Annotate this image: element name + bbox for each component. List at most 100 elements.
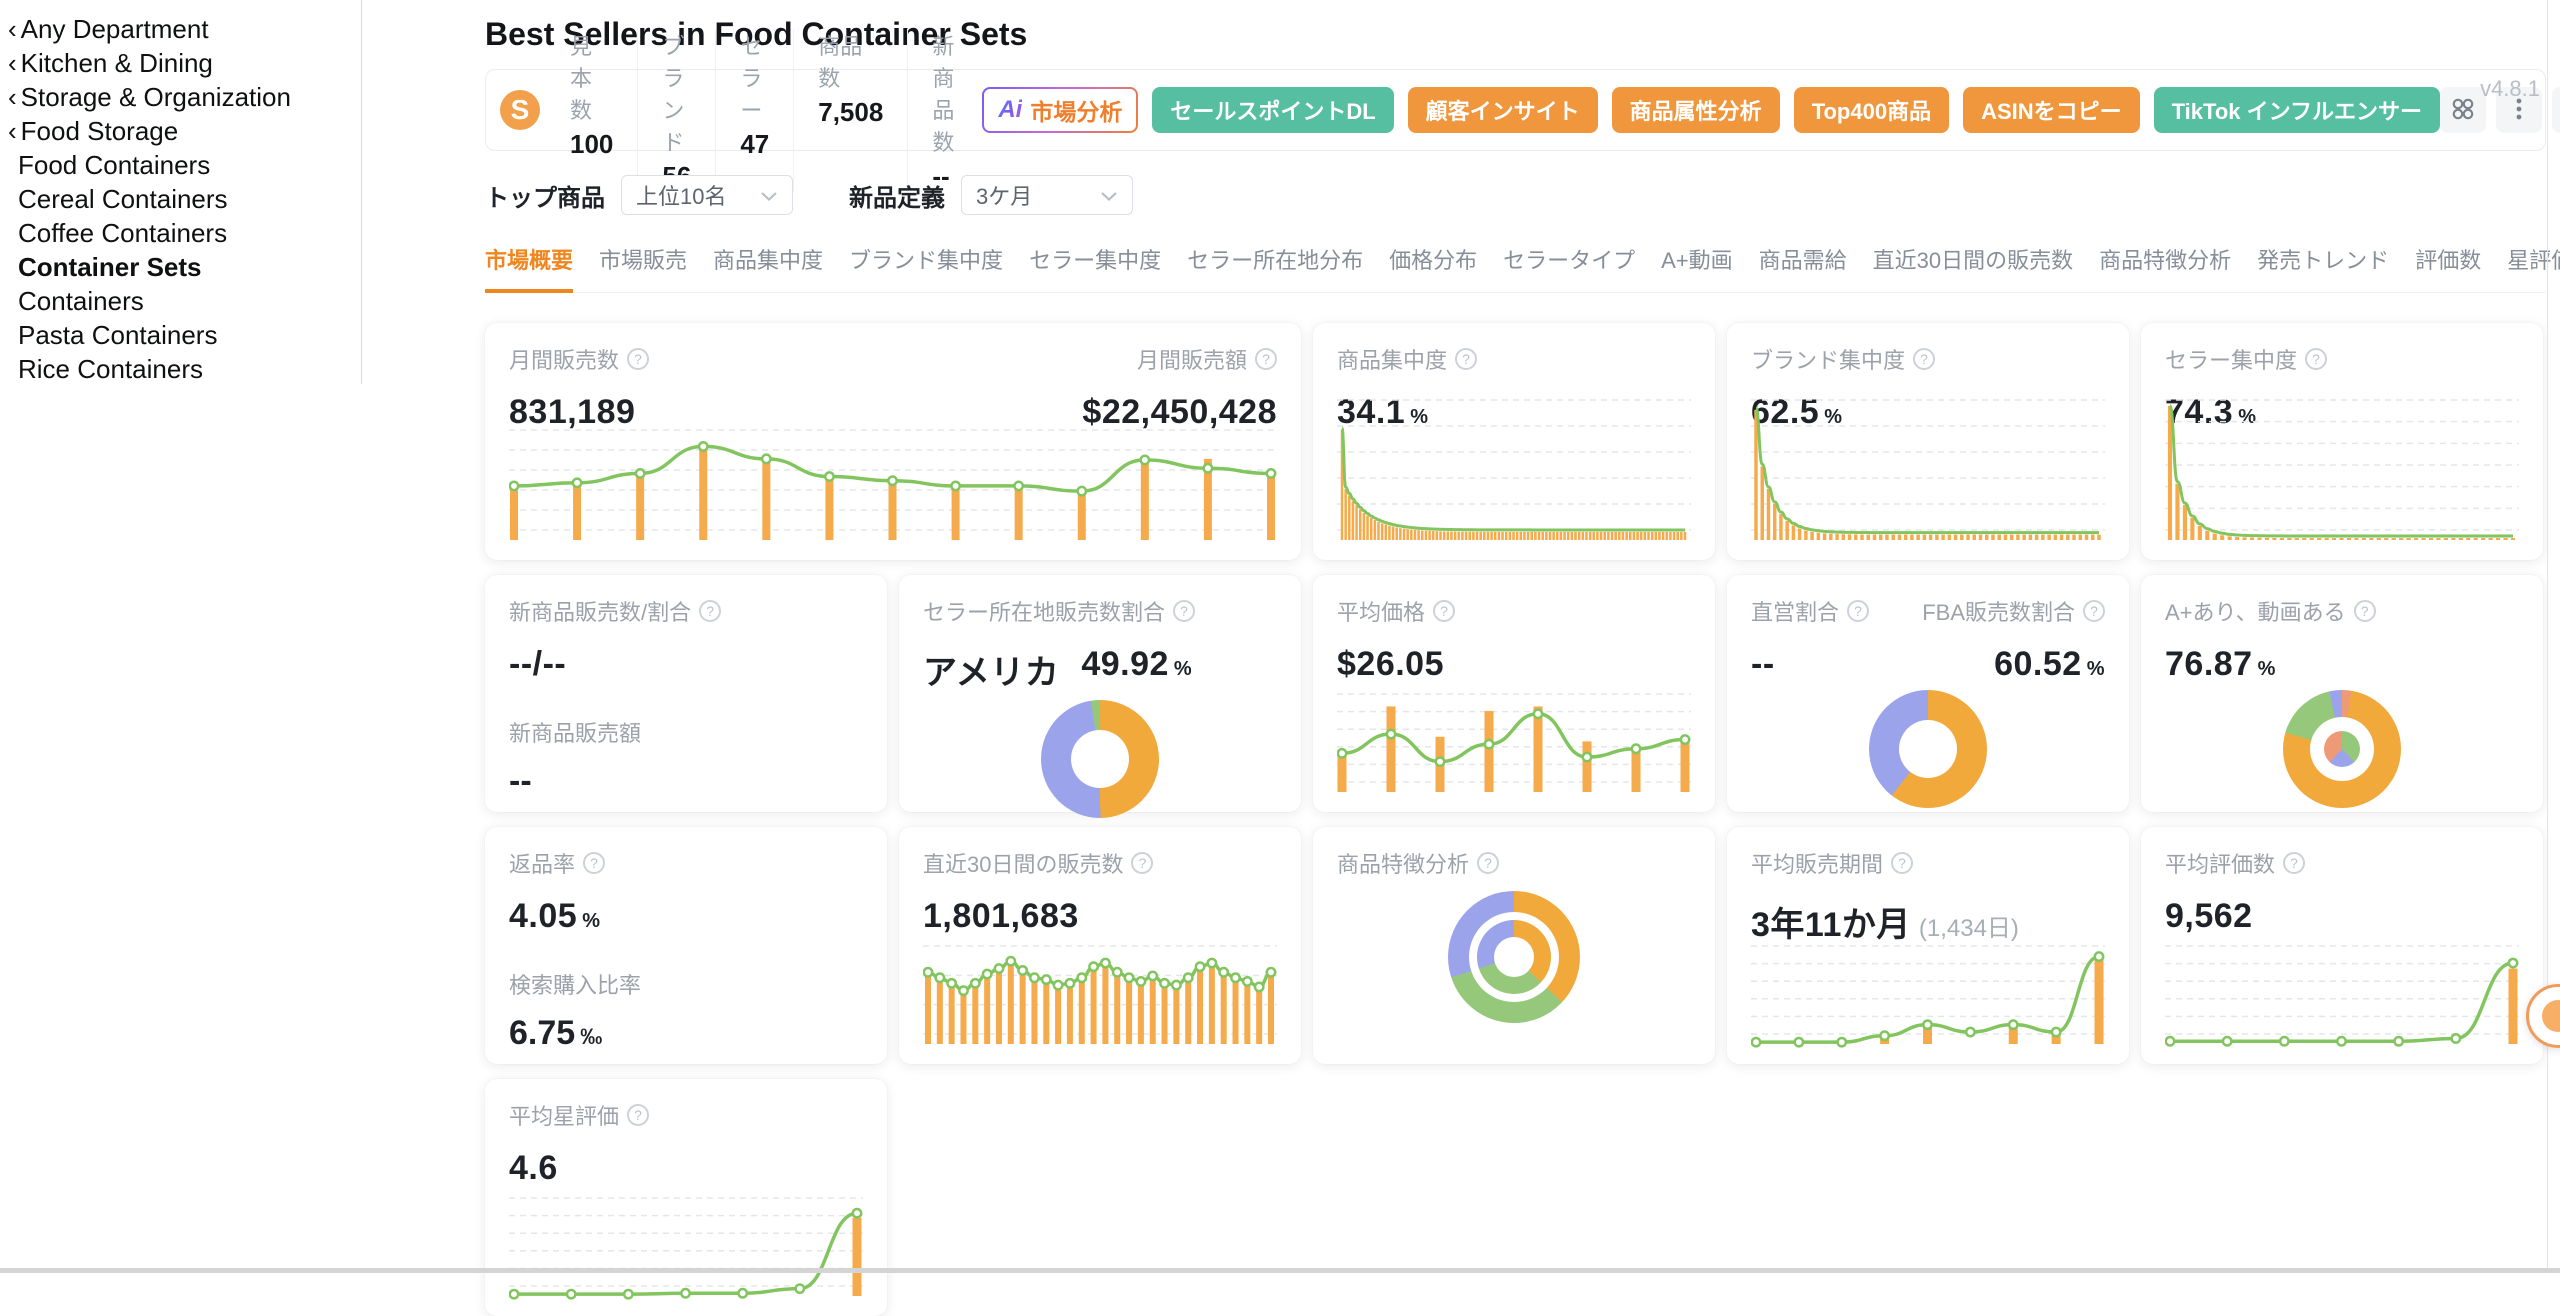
sidebar-item-food-containers[interactable]: Food Containers	[8, 148, 361, 182]
product-features-donut-chart	[1448, 891, 1580, 1023]
card-title: 商品集中度	[1337, 343, 1447, 375]
help-icon[interactable]: ?	[1477, 852, 1499, 874]
help-icon[interactable]: ?	[583, 852, 605, 874]
tab-7[interactable]: セラータイプ	[1503, 243, 1635, 292]
select-value: 上位10名	[636, 179, 726, 211]
sidebar-item-any-department[interactable]: ‹Any Department	[8, 12, 361, 46]
top-products-select[interactable]: 上位10名	[621, 175, 793, 215]
stat-item: ブランド56	[637, 29, 715, 192]
card-title: 平均星評価	[509, 1099, 619, 1131]
customer-insight-button[interactable]: 顧客インサイト	[1408, 87, 1598, 133]
aplus-video-value: 76.87%	[2165, 645, 2276, 684]
back-chevron-icon: ‹	[8, 82, 17, 113]
card-title: 平均販売期間	[1751, 847, 1883, 879]
sidebar-item-cereal-containers[interactable]: Cereal Containers	[8, 182, 361, 216]
category-sidebar: ‹Any Department‹Kitchen & Dining‹Storage…	[0, 0, 362, 384]
new-product-definition-select[interactable]: 3ケ月	[961, 175, 1133, 215]
sidebar-item-pasta-containers[interactable]: Pasta Containers	[8, 318, 361, 352]
tab-8[interactable]: A+動画	[1661, 243, 1733, 292]
stat-item: 商品数7,508	[793, 29, 907, 192]
search-purchase-ratio-value: 6.75‰	[509, 1014, 863, 1053]
average-sales-period-chart	[1751, 944, 2105, 1048]
tab-2[interactable]: 商品集中度	[713, 243, 823, 292]
sidebar-item-rice-containers[interactable]: Rice Containers	[8, 352, 361, 386]
tab-1[interactable]: 市場販売	[599, 243, 687, 292]
average-star-rating-chart	[509, 1196, 863, 1300]
card-title: セラー集中度	[2165, 343, 2297, 375]
seller-concentration-chart	[2165, 398, 2519, 544]
last30-sales-chart	[923, 944, 1277, 1048]
help-icon[interactable]: ?	[1913, 348, 1935, 370]
card-average-star-rating: 平均星評価? 4.6	[485, 1079, 887, 1316]
tab-5[interactable]: セラー所在地分布	[1187, 243, 1363, 292]
help-icon[interactable]: ?	[2354, 600, 2376, 622]
sidebar-item-containers[interactable]: Containers	[8, 284, 361, 318]
filter-label: トップ商品	[485, 178, 605, 213]
category-list: ‹Any Department‹Kitchen & Dining‹Storage…	[8, 12, 361, 386]
chevron-down-icon	[760, 182, 778, 208]
tab-13[interactable]: 評価数	[2415, 243, 2481, 292]
tiktok-influencer-button[interactable]: TikTok インフルエンサー	[2154, 87, 2440, 133]
back-chevron-icon: ‹	[8, 48, 17, 79]
help-icon[interactable]: ?	[2083, 600, 2105, 622]
card-average-sales-period: 平均販売期間? 3年11か月 (1,434日)	[1727, 827, 2129, 1064]
copy-asin-button[interactable]: ASINをコピー	[1963, 87, 2140, 133]
top400-products-button[interactable]: Top400商品	[1794, 87, 1949, 133]
last30-sales-value: 1,801,683	[923, 897, 1079, 936]
help-icon[interactable]: ?	[699, 600, 721, 622]
sidebar-item-coffee-containers[interactable]: Coffee Containers	[8, 216, 361, 250]
seller-location-country: アメリカ	[923, 645, 1059, 694]
product-attribute-analysis-button[interactable]: 商品属性分析	[1612, 87, 1780, 133]
card-aplus-video: A+あり、動画ある? 76.87%	[2141, 575, 2543, 812]
help-icon[interactable]: ?	[1847, 600, 1869, 622]
card-average-reviews: 平均評価数? 9,562	[2141, 827, 2543, 1064]
help-icon[interactable]: ?	[627, 1104, 649, 1126]
tab-6[interactable]: 価格分布	[1389, 243, 1477, 292]
heart-button[interactable]	[2552, 87, 2560, 133]
card-title: セラー所在地販売数割合	[923, 595, 1165, 627]
help-icon[interactable]: ?	[1891, 852, 1913, 874]
card-title: 月間販売数	[509, 343, 619, 375]
tab-0-active[interactable]: 市場概要	[485, 243, 573, 293]
tab-12[interactable]: 発売トレンド	[2257, 243, 2389, 292]
sidebar-item-label: Pasta Containers	[18, 320, 217, 351]
back-chevron-icon: ‹	[8, 14, 17, 45]
sidebar-item-label: Rice Containers	[18, 354, 203, 385]
sidebar-item-kitchen-dining[interactable]: ‹Kitchen & Dining	[8, 46, 361, 80]
tab-10[interactable]: 直近30日間の販売数	[1873, 243, 2073, 292]
tab-9[interactable]: 商品需給	[1759, 243, 1847, 292]
help-icon[interactable]: ?	[1255, 348, 1277, 370]
card-title: 直営割合	[1751, 595, 1839, 627]
help-icon[interactable]: ?	[2305, 348, 2327, 370]
tab-11[interactable]: 商品特徴分析	[2099, 243, 2231, 292]
card-title: 返品率	[509, 847, 575, 879]
tab-14[interactable]: 星評価	[2507, 243, 2560, 292]
return-rate-value: 4.05%	[509, 897, 600, 936]
stats-toolbar: S 見本数100ブランド56セラー47商品数7,508新商品数-- Ai 市場分…	[485, 69, 2546, 151]
apps-grid-icon	[2450, 96, 2476, 125]
stat-item: セラー47	[715, 29, 793, 192]
sidebar-item-label: Container Sets	[18, 252, 202, 283]
tab-4[interactable]: セラー集中度	[1029, 243, 1161, 292]
help-icon[interactable]: ?	[1131, 852, 1153, 874]
sidebar-item-storage-organization[interactable]: ‹Storage & Organization	[8, 80, 361, 114]
help-icon[interactable]: ?	[1433, 600, 1455, 622]
sidebar-item-food-storage[interactable]: ‹Food Storage	[8, 114, 361, 148]
card-fba-share: 直営割合? FBA販売数割合? -- 60.52%	[1727, 575, 2129, 812]
help-icon[interactable]: ?	[1455, 348, 1477, 370]
card-title: 直近30日間の販売数	[923, 847, 1123, 879]
fba-share-donut-chart	[1869, 690, 1987, 808]
card-title: 新商品販売数/割合	[509, 595, 691, 627]
help-icon[interactable]: ?	[627, 348, 649, 370]
tab-3[interactable]: ブランド集中度	[849, 243, 1003, 292]
selling-points-download-button[interactable]: セールスポイントDL	[1152, 87, 1393, 133]
help-icon[interactable]: ?	[2283, 852, 2305, 874]
monthly-sales-count: 831,189	[509, 393, 635, 432]
monthly-sales-chart	[509, 428, 1277, 544]
ai-market-analysis-button[interactable]: Ai 市場分析	[982, 87, 1138, 133]
average-price-chart	[1337, 692, 1691, 796]
help-icon[interactable]: ?	[1173, 600, 1195, 622]
apps-grid-button[interactable]	[2440, 87, 2486, 133]
card-return-rate: 返品率? 4.05% 検索購入比率 6.75‰	[485, 827, 887, 1064]
window-bottom-edge	[0, 1268, 2560, 1273]
